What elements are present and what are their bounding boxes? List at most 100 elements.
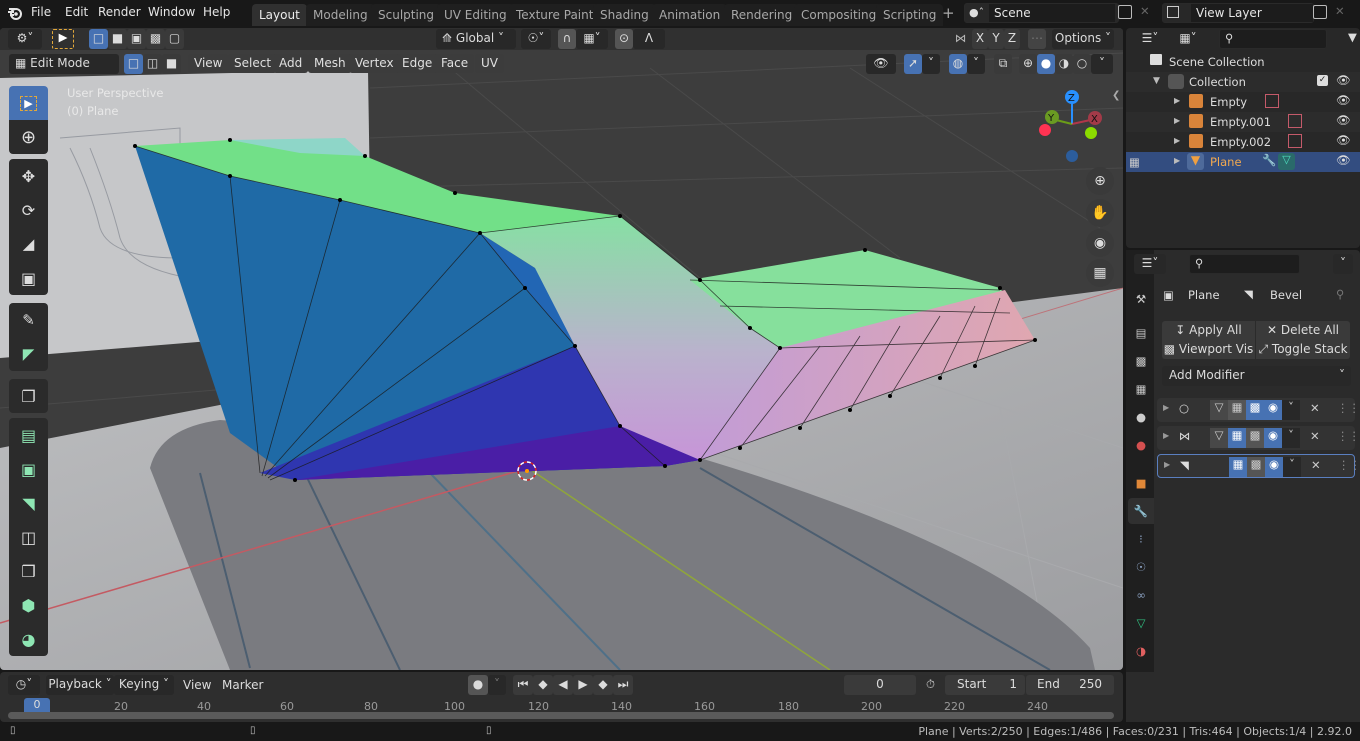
tab-animation[interactable]: Animation <box>652 4 728 26</box>
tool-rotate[interactable]: ⟳ <box>9 193 48 227</box>
menu-render[interactable]: Render <box>98 5 141 19</box>
tab-shading[interactable]: Shading <box>593 4 656 26</box>
view-layer-selector[interactable]: View Layer <box>1162 3 1314 23</box>
delete-scene-icon[interactable]: ✕ <box>1140 4 1150 18</box>
gizmo-toggle-icon[interactable]: ➚ <box>904 54 922 74</box>
modifier-mirror[interactable]: ▶ ⋈ ▽ ▦ ▩ ◉ ˅ ✕ ⋮⋮ <box>1157 426 1360 450</box>
shading-wireframe-icon[interactable]: ⊕ <box>1019 54 1037 74</box>
tab-particles[interactable]: ⁝ <box>1128 526 1154 552</box>
modifier-bevel[interactable]: ▶ ◥ ▦ ▩ ◉ ˅ ✕ ⋮⋮ <box>1157 454 1360 478</box>
tool-spin[interactable]: ◕ <box>9 622 48 656</box>
timeline-editor-type[interactable]: ◷˅ <box>8 675 40 695</box>
shading-dropdown[interactable]: ˅ <box>1091 54 1113 74</box>
outliner-item-empty-001[interactable]: ▶ Empty.001 👁 <box>1126 112 1360 132</box>
auto-keying-toggle[interactable]: ● <box>468 675 488 695</box>
select-tool-icon[interactable]: ▶ <box>52 29 74 49</box>
menu-view[interactable]: View <box>188 54 229 73</box>
selectability-dropdown[interactable]: 👁 <box>866 54 896 74</box>
tab-world[interactable]: ● <box>1128 432 1154 458</box>
tool-select-box[interactable]: ▶ <box>9 86 48 120</box>
camera-view-button[interactable]: ◉ <box>1086 229 1114 257</box>
outliner-editor-type[interactable]: ☰˅ <box>1134 29 1166 49</box>
shading-solid-icon[interactable]: ● <box>1037 54 1055 74</box>
menu-add[interactable]: Add <box>273 54 309 73</box>
jump-end-button[interactable]: ⏭ <box>613 675 633 695</box>
exclude-checkbox[interactable]: ✓ <box>1317 75 1328 86</box>
mirror-y-toggle[interactable]: Y <box>988 29 1004 49</box>
menu-uv[interactable]: UV <box>475 54 504 73</box>
scene-name[interactable]: Scene <box>989 4 1115 22</box>
snap-target-dropdown[interactable]: ▦˅ <box>576 29 608 49</box>
menu-file[interactable]: File <box>31 5 51 19</box>
select-mode-invert-icon[interactable]: ▩ <box>146 29 165 49</box>
render-toggle[interactable]: ◉ <box>1264 400 1282 420</box>
vertex-select-icon[interactable]: □ <box>124 54 143 74</box>
tab-scene[interactable]: ● <box>1128 404 1154 430</box>
gizmo-dropdown[interactable]: ˅ <box>922 54 940 74</box>
tool-poly-build[interactable]: ⬢ <box>9 588 48 622</box>
tool-loop-cut[interactable]: ◫ <box>9 520 48 554</box>
viewport-vis-button[interactable]: ▩ Viewport Vis <box>1162 340 1255 359</box>
keying-set-dropdown[interactable]: ˅ <box>488 675 506 695</box>
mesh-data-icon[interactable]: ▽ <box>1278 153 1295 170</box>
tab-texture-paint[interactable]: Texture Paint <box>509 4 601 26</box>
visibility-eye-icon[interactable]: 👁 <box>1336 93 1351 107</box>
add-workspace-icon[interactable]: + <box>942 4 955 22</box>
modifier-subdivision[interactable]: ▶ ○ ▽ ▦ ▩ ◉ ˅ ✕ ⋮⋮ <box>1157 398 1360 422</box>
expand-icon[interactable]: ▶ <box>1174 136 1180 145</box>
new-scene-icon[interactable] <box>1118 5 1132 19</box>
zoom-view-button[interactable]: ⊕ <box>1086 167 1114 195</box>
tab-layout[interactable]: Layout <box>252 4 307 26</box>
play-button[interactable]: ▶ <box>573 675 593 695</box>
modifier-menu-dropdown[interactable]: ˅ <box>1282 400 1300 420</box>
tool-annotate[interactable]: ✎ <box>9 303 48 337</box>
tab-view-layer[interactable]: ▦ <box>1128 376 1154 402</box>
edit-mode-toggle[interactable]: ▦ <box>1229 457 1247 477</box>
editor-type-button[interactable]: ⚙˅ <box>8 29 42 49</box>
tool-scale[interactable]: ◢ <box>9 227 48 261</box>
proportional-edit-icon[interactable]: ⊙ <box>615 29 633 49</box>
tab-output[interactable]: ▩ <box>1128 348 1154 374</box>
visibility-eye-icon[interactable]: 👁 <box>1336 153 1351 167</box>
modifier-menu-dropdown[interactable]: ˅ <box>1283 457 1301 477</box>
modifier-wrench-icon[interactable]: 🔧 <box>1262 153 1276 167</box>
overlay-dropdown[interactable]: ˅ <box>967 54 985 74</box>
3d-viewport[interactable]: ⚙˅ ▶ □ ■ ▣ ▩ ▢ ⟰ Global ˅ ☉˅ ∩ ▦˅ ⊙ Λ ⋈ … <box>0 28 1123 670</box>
toggle-stack-button[interactable]: ⤢ Toggle Stack <box>1256 340 1350 359</box>
tool-knife[interactable]: ❒ <box>9 554 48 588</box>
menu-window[interactable]: Window <box>148 5 195 19</box>
viewport-scene[interactable] <box>0 28 1123 670</box>
keying-dropdown[interactable]: Keying ˅ <box>114 675 174 695</box>
transform-orientation-dropdown[interactable]: ⟰ Global ˅ <box>436 29 516 49</box>
blender-logo-icon[interactable] <box>6 4 24 25</box>
tool-measure[interactable]: ◤ <box>9 337 48 371</box>
edit-cage-toggle[interactable]: ▽ <box>1210 428 1228 448</box>
drag-handle-icon[interactable]: ⋮⋮ <box>1337 401 1360 415</box>
new-view-layer-icon[interactable] <box>1313 5 1327 19</box>
render-toggle[interactable]: ◉ <box>1264 428 1282 448</box>
snap-toggle-icon[interactable]: ∩ <box>558 29 576 49</box>
expand-icon[interactable]: ▶ <box>1174 96 1180 105</box>
pan-view-button[interactable]: ✋ <box>1086 199 1114 227</box>
menu-face[interactable]: Face <box>435 54 475 73</box>
realtime-toggle[interactable]: ▩ <box>1246 428 1264 448</box>
mirror-x-toggle[interactable]: X <box>972 29 988 49</box>
visibility-eye-icon[interactable]: 👁 <box>1336 113 1351 127</box>
tab-rendering[interactable]: Rendering <box>724 4 800 26</box>
expand-icon[interactable]: ▶ <box>1164 460 1170 469</box>
remove-modifier-icon[interactable]: ✕ <box>1311 458 1321 472</box>
face-select-icon[interactable]: ■ <box>162 54 181 74</box>
edit-mode-toggle[interactable]: ▦ <box>1228 400 1246 420</box>
visibility-eye-icon[interactable]: 👁 <box>1336 73 1351 87</box>
tab-uv-editing[interactable]: UV Editing <box>437 4 514 26</box>
jump-start-button[interactable]: ⏮ <box>513 675 533 695</box>
view-layer-name[interactable]: View Layer <box>1191 4 1313 22</box>
tool-cursor[interactable]: ⊕ <box>9 120 48 154</box>
start-frame-field[interactable]: Start 1 <box>945 675 1025 695</box>
timeline-menu-marker[interactable]: Marker <box>222 678 263 692</box>
xray-toggle-icon[interactable]: ⧉ <box>994 54 1012 74</box>
tool-add-cube[interactable]: ❐ <box>9 379 48 413</box>
outliner-item-empty-002[interactable]: ▶ Empty.002 👁 <box>1126 132 1360 152</box>
edge-select-icon[interactable]: ◫ <box>143 54 162 74</box>
tool-transform[interactable]: ▣ <box>9 261 48 295</box>
